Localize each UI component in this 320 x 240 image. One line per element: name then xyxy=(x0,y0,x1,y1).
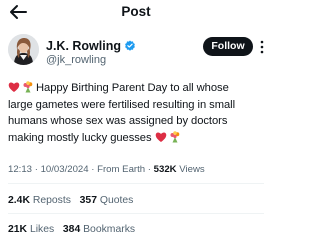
quotes-stat[interactable]: 357 Quotes xyxy=(80,195,134,206)
tweet-date[interactable]: 10/03/2024 xyxy=(41,164,89,175)
author-row: J.K. Rowling @jk_rowling Follow xyxy=(8,34,264,70)
meta-separator: · xyxy=(34,164,38,175)
meta-separator: · xyxy=(147,164,151,175)
tweet-line-text: making mostly lucky guesses xyxy=(8,131,152,144)
follow-button[interactable]: Follow xyxy=(203,37,253,56)
tweet-line: humans whose sex was assigned by doctors xyxy=(8,115,228,127)
bookmarks-label: Bookmarks xyxy=(83,224,136,235)
likes-stat[interactable]: 21K Likes xyxy=(8,224,54,235)
tweet-line-text: Happy Birthing Parent Day to all whose xyxy=(36,82,229,94)
likes-label: Likes xyxy=(29,224,55,235)
reposts-count: 2.4K xyxy=(8,195,30,206)
bouquet-emoji xyxy=(23,81,33,93)
top-bar: Post xyxy=(0,0,272,26)
reposts-label: Reposts xyxy=(32,195,71,206)
tweet-text: Happy Birthing Parent Day to all whose l… xyxy=(8,80,268,146)
reposts-stat[interactable]: 2.4K Reposts xyxy=(8,195,71,206)
author-handle[interactable]: @jk_rowling xyxy=(46,54,106,67)
views-count: 532K xyxy=(153,164,177,175)
red-heart-emoji xyxy=(155,132,166,142)
bookmarks-stat[interactable]: 384 Bookmarks xyxy=(63,224,135,235)
tweet-line: making mostly lucky guesses xyxy=(8,130,268,147)
verified-badge-icon xyxy=(125,40,135,51)
divider xyxy=(8,183,264,184)
avatar-portrait xyxy=(8,34,39,65)
more-vertical-icon[interactable] xyxy=(259,38,265,56)
tweet-time[interactable]: 12:13 xyxy=(8,164,32,175)
author-name[interactable]: J.K. Rowling xyxy=(46,39,121,53)
author-name-row: J.K. Rowling xyxy=(46,39,136,53)
views-label: Views xyxy=(179,164,205,175)
quotes-count: 357 xyxy=(79,195,97,206)
bouquet-emoji xyxy=(170,130,179,142)
meta-separator: · xyxy=(91,164,95,175)
bookmarks-count: 384 xyxy=(62,224,81,235)
tweet-source: From Earth xyxy=(97,164,146,175)
tweet-line: large gametes were fertilised resulting … xyxy=(8,98,236,111)
avatar[interactable] xyxy=(8,34,39,65)
like-bookmark-stats: 21K Likes 384 Bookmarks xyxy=(8,223,135,236)
likes-count: 21K xyxy=(8,224,28,235)
divider xyxy=(8,213,264,214)
tweet-meta: 12:13 · 10/03/2024 · From Earth · 532K V… xyxy=(8,164,205,176)
page-title: Post xyxy=(121,4,151,19)
repost-quote-stats: 2.4K Reposts 357 Quotes xyxy=(8,194,133,207)
tweet-line: Happy Birthing Parent Day to all whose xyxy=(8,80,268,97)
quotes-label: Quotes xyxy=(99,195,134,206)
red-heart-emoji xyxy=(8,82,20,92)
